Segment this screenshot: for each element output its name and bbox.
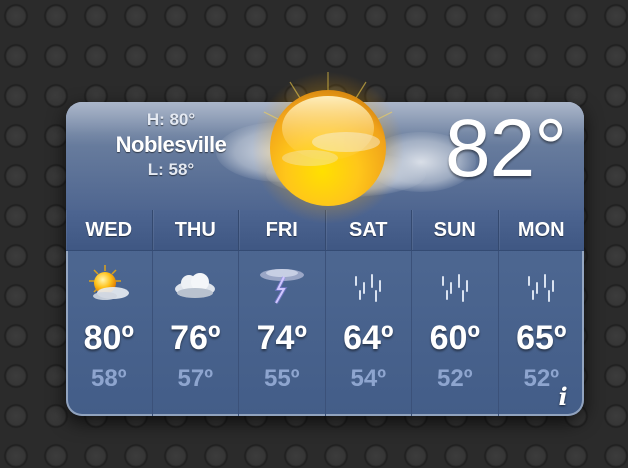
rain-icon <box>441 274 468 302</box>
cloudy-icon <box>175 273 216 298</box>
forecast-low-temp: 52º <box>437 365 473 392</box>
forecast-day-thu: 76º 57º <box>153 251 239 416</box>
day-label: MON <box>499 210 585 250</box>
forecast-day-sat: 64º 54º <box>326 251 412 416</box>
forecast-day-fri: 74º 55º <box>239 251 326 416</box>
city-name: Noblesville <box>115 132 227 157</box>
forecast-high-temp: 76º <box>170 319 221 357</box>
thunderstorm-icon <box>259 269 304 304</box>
forecast-low-temp: 54º <box>350 365 386 392</box>
forecast-high-temp: 60º <box>429 319 480 357</box>
day-label: SUN <box>412 210 499 250</box>
rain-icon <box>355 274 382 302</box>
forecast-high-temp: 80º <box>83 319 134 357</box>
forecast-high-temp: 74º <box>256 319 307 357</box>
today-high-temp: H: 80° <box>146 110 196 129</box>
info-button[interactable]: i <box>552 384 574 410</box>
day-label: THU <box>153 210 239 250</box>
forecast-low-temp: 55º <box>264 365 300 392</box>
today-low-temp: L: 58° <box>147 160 195 179</box>
current-temperature: 82° <box>444 103 567 194</box>
forecast-high-temp: 65º <box>516 319 567 357</box>
sunny-partly-cloudy-icon <box>252 72 404 224</box>
forecast-day-wed: 80º 58º <box>66 251 153 416</box>
forecast-low-temp: 58º <box>91 365 127 392</box>
forecast-high-temp: 64º <box>343 319 394 357</box>
sun-partly-cloudy-icon <box>88 265 129 300</box>
forecast-row: 80º 58º 76º 57º 74º 55º 64º 54º 60º 52º … <box>66 251 584 416</box>
day-label: WED <box>66 210 153 250</box>
forecast-low-temp: 57º <box>177 365 213 392</box>
forecast-day-sun: 60º 52º <box>412 251 499 416</box>
rain-icon <box>528 274 555 302</box>
city-info: H: 80° Noblesville L: 58° <box>96 110 246 180</box>
